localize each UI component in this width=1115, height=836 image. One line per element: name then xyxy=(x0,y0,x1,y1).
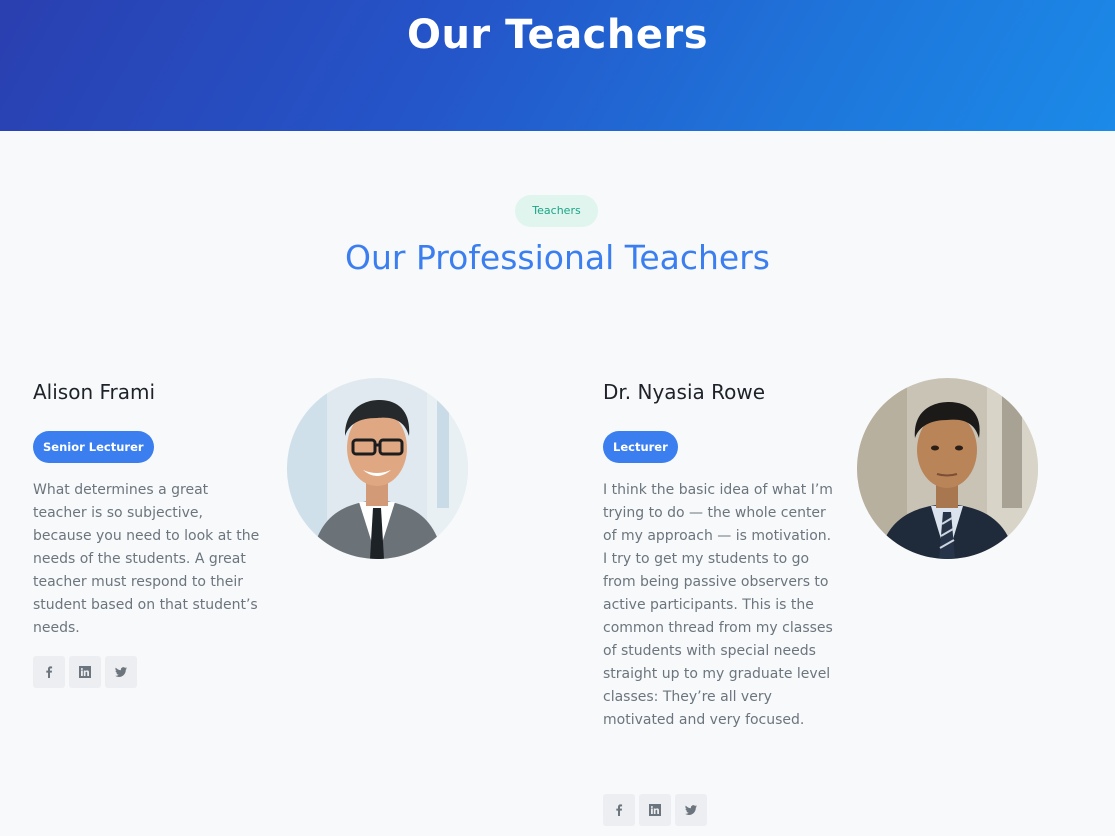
facebook-icon xyxy=(46,666,53,678)
teacher-photo xyxy=(857,378,1038,559)
social-links xyxy=(33,656,137,688)
facebook-link[interactable] xyxy=(33,656,65,688)
teacher-photo xyxy=(287,378,468,559)
section-badge: Teachers xyxy=(515,195,598,227)
role-badge: Senior Lecturer xyxy=(33,431,154,463)
facebook-link[interactable] xyxy=(603,794,635,826)
twitter-link[interactable] xyxy=(675,794,707,826)
linkedin-link[interactable] xyxy=(69,656,101,688)
social-links xyxy=(603,794,707,826)
linkedin-icon xyxy=(649,804,661,816)
teacher-name: Alison Frami xyxy=(33,380,156,404)
role-badge: Lecturer xyxy=(603,431,678,463)
teacher-portrait-image xyxy=(287,378,468,559)
teacher-portrait-image xyxy=(857,378,1038,559)
twitter-icon xyxy=(115,667,127,677)
page-title: Our Teachers xyxy=(406,12,709,58)
teacher-bio: I think the basic idea of what I’m tryin… xyxy=(603,482,833,728)
twitter-link[interactable] xyxy=(105,656,137,688)
section-title: Our Professional Teachers xyxy=(345,238,770,277)
twitter-icon xyxy=(685,805,697,815)
hero-banner: Our Teachers xyxy=(0,0,1115,131)
teacher-name: Dr. Nyasia Rowe xyxy=(603,380,766,404)
teacher-bio: What determines a great teacher is so su… xyxy=(33,482,260,636)
linkedin-link[interactable] xyxy=(639,794,671,826)
linkedin-icon xyxy=(79,666,91,678)
facebook-icon xyxy=(616,804,623,816)
